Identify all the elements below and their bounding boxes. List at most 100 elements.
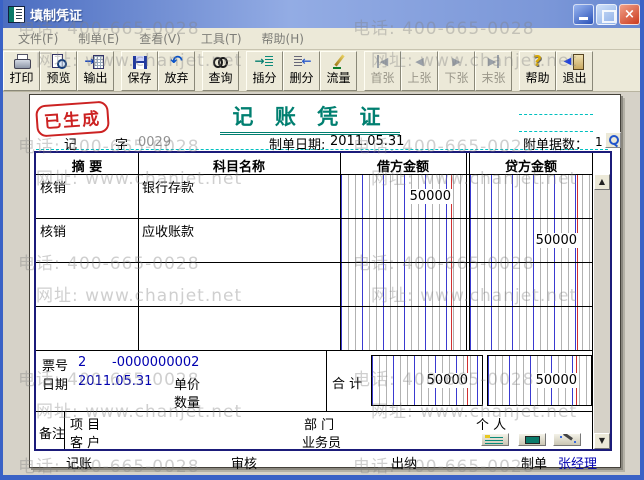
scroll-down-icon[interactable]: ▼ [594, 433, 610, 449]
made-date-value[interactable]: 2011.05.31 [330, 134, 404, 149]
total-credit-amount: 50000 [535, 373, 578, 388]
row-summary[interactable]: 核销 [40, 221, 66, 240]
first-page-icon [374, 54, 392, 69]
audit-label: 审核 [231, 453, 257, 472]
prev-voucher-button: 上张 [401, 51, 438, 91]
save-button[interactable]: 保存 [121, 51, 158, 91]
bookkeeping-label: 记账 [66, 453, 92, 472]
insert-split-button[interactable]: 插分 [246, 51, 283, 91]
salesman-label[interactable]: 业务员 [302, 432, 341, 451]
sparkle-icon [560, 436, 562, 438]
grid-line [36, 218, 593, 219]
grid-line [326, 350, 327, 411]
exit-label: 退出 [562, 71, 586, 85]
ticket-no-value2[interactable]: -0000000002 [112, 355, 199, 370]
vertical-scrollbar[interactable]: ▲ ▼ [594, 174, 610, 449]
export-icon [87, 54, 105, 69]
delete-split-label: 删分 [289, 71, 313, 85]
display-button[interactable] [518, 433, 546, 446]
sparkle-icon [574, 441, 576, 443]
header-credit: 贷方金额 [470, 156, 592, 175]
ticket-no-value[interactable]: 2 [78, 355, 86, 370]
window-title: 填制凭证 [30, 5, 82, 24]
menu-voucher[interactable]: 制单(E) [68, 28, 129, 49]
insert-row-icon [256, 54, 274, 69]
app-icon [8, 6, 25, 23]
help-label: 帮助 [525, 71, 549, 85]
row-credit-amount[interactable]: 50000 [535, 233, 578, 248]
wand-icon [563, 433, 573, 441]
export-button[interactable]: 输出 [77, 51, 114, 91]
maximize-button [596, 4, 617, 25]
preview-label: 预览 [46, 71, 70, 85]
grid-line [138, 153, 139, 350]
exit-button[interactable]: 退出 [556, 51, 593, 91]
voucher-title: 记 账 凭 证 [220, 101, 400, 135]
note-flag-button[interactable] [481, 433, 509, 446]
person-label[interactable]: 个 人 [476, 414, 506, 433]
row-summary[interactable]: 核销 [40, 177, 66, 196]
menu-file[interactable]: 文件(F) [8, 28, 68, 49]
print-label: 打印 [9, 71, 33, 85]
maker-name[interactable]: 张经理 [558, 453, 597, 472]
note-lines-icon [485, 437, 503, 444]
grid-line [36, 350, 593, 351]
total-debit-amount: 50000 [426, 373, 469, 388]
insert-split-label: 插分 [252, 71, 276, 85]
preview-button[interactable]: 预览 [40, 51, 77, 91]
voucher-number[interactable]: 0029 [138, 135, 171, 150]
menu-help[interactable]: 帮助(H) [252, 28, 314, 49]
menu-bar: 文件(F) 制单(E) 查看(V) 工具(T) 帮助(H) [0, 28, 644, 50]
row-debit-amount[interactable]: 50000 [409, 189, 452, 204]
first-voucher-label: 首张 [370, 71, 394, 85]
header-debit: 借方金额 [340, 156, 466, 175]
header-summary: 摘 要 [36, 156, 138, 175]
scroll-up-icon[interactable]: ▲ [594, 174, 610, 190]
first-voucher-button: 首张 [364, 51, 401, 91]
grid-line [592, 153, 593, 449]
total-label: 合 计 [332, 373, 362, 392]
title-bar[interactable]: 填制凭证 × [0, 0, 644, 28]
flow-button[interactable]: 流量 [320, 51, 357, 91]
grid-line [466, 153, 467, 350]
customer-label[interactable]: 客 户 [70, 432, 100, 451]
minimize-button[interactable] [573, 4, 594, 25]
row-account[interactable]: 应收账款 [142, 221, 194, 240]
maker-label: 制单 [521, 453, 547, 472]
prev-page-icon [411, 54, 429, 69]
project-label[interactable]: 项 目 [70, 414, 100, 433]
app-window: 填制凭证 × 文件(F) 制单(E) 查看(V) 工具(T) 帮助(H) 打印 … [0, 0, 644, 480]
pen-icon [330, 54, 348, 69]
query-button[interactable]: 查询 [202, 51, 239, 91]
query-label: 查询 [208, 71, 232, 85]
attachments-count[interactable]: 1 [595, 135, 603, 149]
screen-icon [525, 436, 540, 444]
delete-row-icon [293, 54, 311, 69]
ticket-date-label: 日期 [42, 374, 68, 393]
delete-split-button[interactable]: 删分 [283, 51, 320, 91]
help-button[interactable]: 帮助 [519, 51, 556, 91]
attachment-magnifier-button[interactable] [605, 132, 621, 148]
prev-voucher-label: 上张 [407, 71, 431, 85]
print-button[interactable]: 打印 [3, 51, 40, 91]
menu-view[interactable]: 查看(V) [129, 28, 191, 49]
magic-wand-button[interactable] [553, 433, 581, 446]
grid-line [36, 411, 593, 412]
row-account[interactable]: 银行存款 [142, 177, 194, 196]
grid-line [36, 262, 593, 263]
ticket-date-value[interactable]: 2011.05.31 [78, 374, 152, 389]
discard-label: 放弃 [164, 71, 188, 85]
next-voucher-label: 下张 [444, 71, 468, 85]
close-button[interactable]: × [619, 4, 640, 25]
department-label[interactable]: 部 门 [304, 414, 334, 433]
header-account: 科目名称 [138, 156, 340, 175]
grid-line [340, 153, 341, 350]
dashed-field-line [519, 131, 593, 132]
menu-tools[interactable]: 工具(T) [191, 28, 252, 49]
discard-button[interactable]: 放弃 [158, 51, 195, 91]
next-voucher-button: 下张 [438, 51, 475, 91]
ticket-no-label: 票号 [42, 355, 68, 374]
floppy-save-icon [133, 56, 147, 69]
last-voucher-label: 末张 [481, 71, 505, 85]
flow-label: 流量 [326, 71, 350, 85]
